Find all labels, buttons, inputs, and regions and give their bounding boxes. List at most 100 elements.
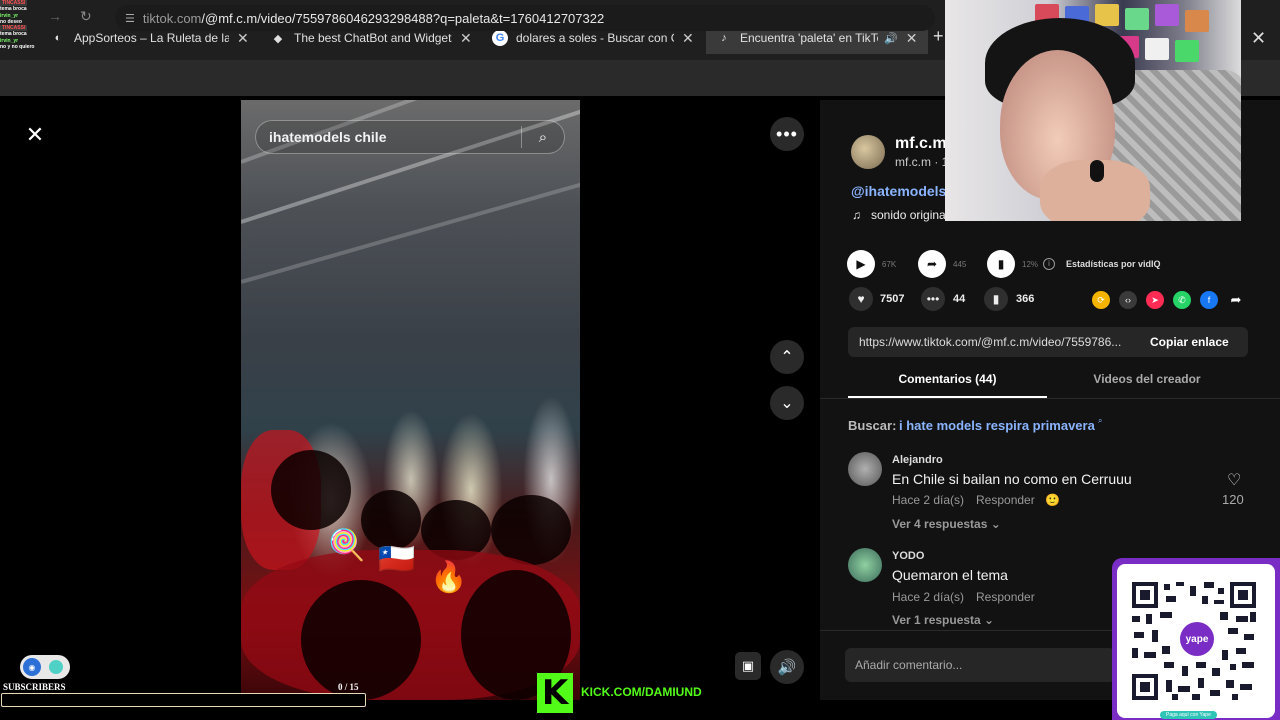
speaker-icon[interactable]: 🔊: [884, 32, 898, 45]
google-icon: G: [492, 30, 508, 46]
view-replies-button[interactable]: Ver 1 respuesta ⌄: [892, 613, 994, 627]
commenter-name[interactable]: Alejandro: [892, 454, 943, 466]
wall-poster: [1125, 8, 1149, 30]
url-field[interactable]: ☰ tiktok.com/@mf.c.m/video/7559786046293…: [115, 5, 935, 31]
info-icon[interactable]: i: [1043, 258, 1055, 270]
heart-icon[interactable]: ♥: [849, 287, 873, 311]
close-tab-icon[interactable]: ✕: [237, 30, 249, 47]
yape-logo: yape: [1180, 622, 1214, 656]
video-player[interactable]: [241, 100, 580, 700]
tab-label: dolares a soles - Buscar con Go: [516, 31, 674, 45]
author-subtitle: mf.c.m · 1: [895, 155, 949, 169]
qr-caption: Paga aquí con Yape: [1160, 711, 1217, 719]
subscribers-count: 0 / 15: [338, 682, 359, 692]
commenter-avatar[interactable]: [848, 548, 882, 582]
comment-time: Hace 2 día(s): [892, 493, 965, 507]
comment-input[interactable]: Añadir comentario...: [845, 648, 1115, 682]
tab-label: The best ChatBot and Widgets: [294, 31, 452, 45]
stream-chat-overlay: TINCASSI tema broca irvin_yr no deseo TI…: [0, 0, 60, 96]
engagement-percent: 12%: [1022, 260, 1039, 269]
reply-button[interactable]: Responder: [976, 493, 1035, 507]
wall-poster: [1155, 4, 1179, 26]
close-tab-icon[interactable]: ✕: [460, 30, 472, 47]
power-icon: [49, 660, 63, 674]
streamelements-icon: ◆: [273, 32, 283, 45]
comment-like-icon[interactable]: ♡: [1227, 470, 1241, 490]
play-icon: ▶: [847, 250, 875, 278]
commenter-name[interactable]: YODO: [892, 550, 924, 562]
video-search-text: ihatemodels chile: [269, 129, 387, 145]
headset-mic: [1090, 160, 1104, 182]
chile-flag-emoji: 🇨🇱: [378, 543, 416, 576]
reply-button[interactable]: Responder: [976, 590, 1035, 604]
comment-like-count: 120: [1222, 492, 1244, 507]
music-note-icon: ♫: [852, 208, 861, 222]
next-video-button[interactable]: ⌄: [770, 386, 804, 420]
play-count: 67K: [882, 260, 897, 269]
divider: [820, 398, 1280, 399]
tab-label: AppSorteos – La Ruleta de la Su: [74, 31, 229, 45]
search-icon[interactable]: ⌕: [522, 129, 564, 146]
close-tab-icon[interactable]: ✕: [682, 30, 694, 47]
copy-link-button[interactable]: Copiar enlace: [1138, 335, 1229, 349]
bar-chart-icon: ▮: [987, 250, 1015, 278]
crowd-head: [491, 495, 571, 565]
twitch-icon: ◉: [23, 658, 41, 676]
sound-link[interactable]: sonido origina: [871, 208, 946, 222]
video-link[interactable]: https://www.tiktok.com/@mf.c.m/video/755…: [848, 335, 1138, 349]
comment-time: Hace 2 día(s): [892, 590, 965, 604]
subscribers-label: SUBSCRIBERS: [3, 682, 66, 692]
tiktok-icon: ♪: [721, 32, 727, 44]
search-suggestion-prefix: Buscar:: [848, 418, 897, 433]
ceiling-beam: [241, 175, 580, 284]
more-options-button[interactable]: •••: [770, 117, 804, 151]
search-icon: ⌕: [1098, 416, 1103, 425]
tab-creator-videos[interactable]: Videos del creador: [1047, 366, 1247, 398]
crowd-head: [361, 490, 421, 550]
facebook-icon[interactable]: f: [1200, 291, 1218, 309]
embed-icon[interactable]: ‹›: [1119, 291, 1137, 309]
view-replies-button[interactable]: Ver 4 respuestas ⌄: [892, 517, 1001, 531]
share-count: 445: [953, 260, 967, 269]
comment-text: En Chile si bailan no como en Cerruuu: [892, 471, 1132, 487]
webcam-overlay: [945, 0, 1241, 221]
miniplayer-icon[interactable]: ▣: [735, 652, 761, 680]
site-info-icon[interactable]: ☰: [125, 12, 135, 25]
whatsapp-icon[interactable]: ✆: [1173, 291, 1191, 309]
author-avatar[interactable]: [851, 135, 885, 169]
comment-icon[interactable]: •••: [921, 287, 945, 311]
fire-emoji: 🔥: [430, 561, 468, 594]
volume-icon[interactable]: 🔊: [770, 650, 804, 684]
commenter-avatar[interactable]: [848, 452, 882, 486]
wall-poster: [1145, 38, 1169, 60]
subscribers-progress-bar: [1, 693, 366, 707]
tab-comments[interactable]: Comentarios (44): [848, 366, 1047, 398]
window-close-button[interactable]: ✕: [1251, 28, 1266, 49]
previous-video-button[interactable]: ⌃: [770, 340, 804, 374]
crowd-head: [301, 580, 421, 700]
reload-icon[interactable]: ↻: [80, 8, 92, 25]
url-host: tiktok.com: [142, 10, 202, 26]
subscriber-toggle: ◉: [20, 655, 70, 679]
close-video-button[interactable]: ✕: [22, 122, 48, 148]
bookmark-icon[interactable]: ▮: [984, 287, 1008, 311]
share-more-icon[interactable]: ➦: [1227, 291, 1245, 309]
wall-poster: [1175, 40, 1199, 62]
comment-text: Quemaron el tema: [892, 567, 1008, 583]
video-search-bar[interactable]: ihatemodels chile ⌕: [255, 120, 565, 154]
tab-label: Encuentra 'paleta' en TikTok: [740, 31, 878, 45]
video-link-box: https://www.tiktok.com/@mf.c.m/video/755…: [848, 327, 1248, 357]
share-arrow-icon: ➦: [918, 250, 946, 278]
chat-message: no y no quiero: [0, 44, 35, 51]
send-icon[interactable]: ➤: [1146, 291, 1164, 309]
hashtag-link[interactable]: @ihatemodels: [851, 183, 946, 199]
new-tab-button[interactable]: +: [933, 26, 944, 47]
repost-icon[interactable]: ⟳: [1092, 291, 1110, 309]
close-tab-icon[interactable]: ✕: [906, 30, 918, 47]
search-suggestion-link[interactable]: i hate models respira primavera: [899, 418, 1095, 433]
lollipop-emoji: 🍭: [328, 529, 366, 562]
creator-liked-icon: 🙂: [1045, 493, 1060, 507]
comment-count: 44: [953, 293, 966, 305]
crowd-head: [271, 450, 351, 530]
author-name[interactable]: mf.c.m: [895, 135, 947, 153]
